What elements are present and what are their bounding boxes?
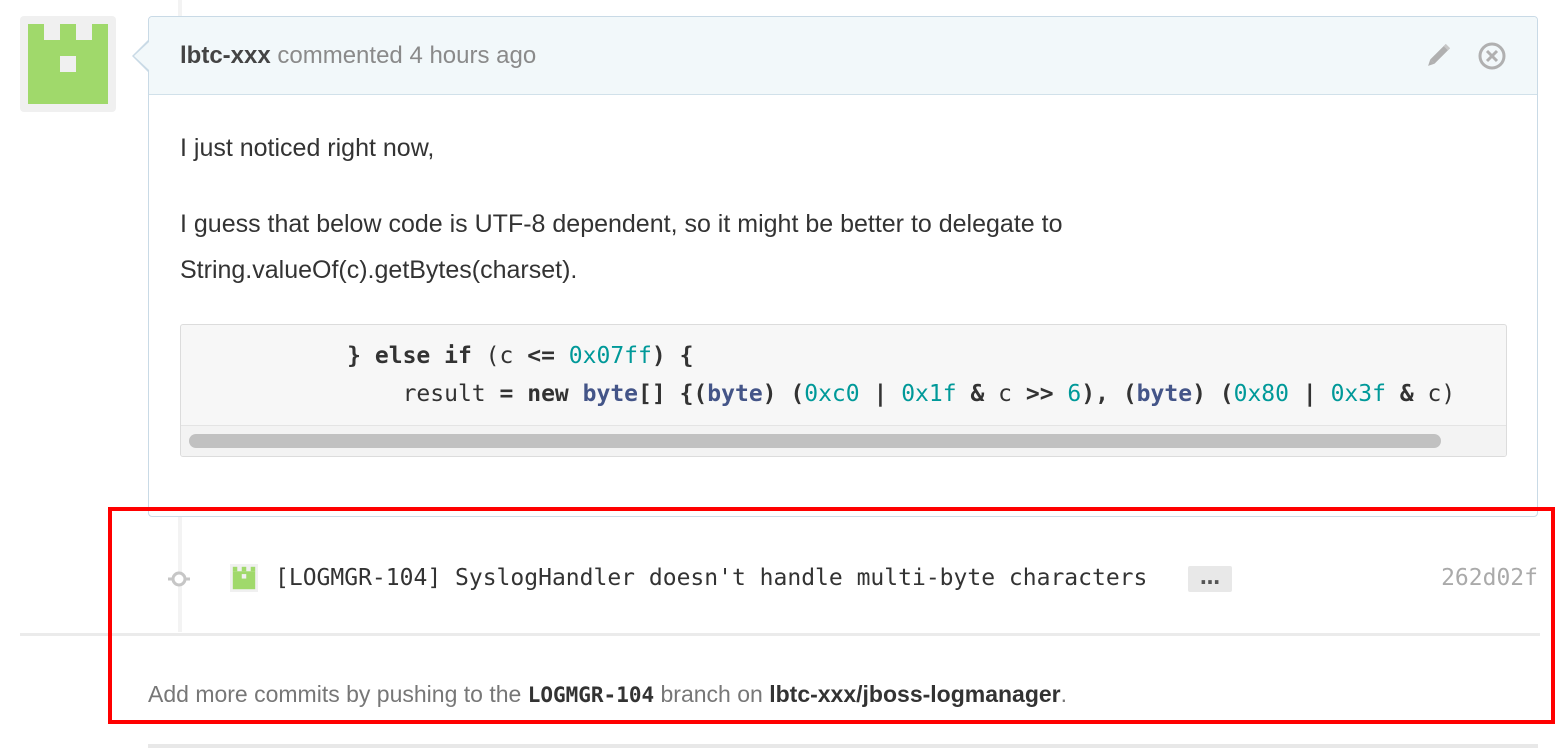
commit-sha-link[interactable]: 262d02f	[1441, 560, 1538, 596]
comment-box: lbtc-xxx commented 4 hours ago I just no…	[148, 16, 1538, 517]
comment-paragraph: I guess that below code is UTF-8 depende…	[180, 171, 1507, 293]
commit-author-avatar[interactable]	[230, 564, 258, 592]
identicon-image	[28, 24, 108, 104]
pencil-icon[interactable]	[1421, 39, 1455, 73]
horizontal-scrollbar[interactable]	[181, 425, 1506, 456]
next-section-border	[148, 744, 1538, 748]
timeline-divider	[20, 633, 1540, 636]
comment-author[interactable]: lbtc-xxx	[180, 42, 271, 69]
code-line-2: result = new byte[] {(byte) (0xc0 | 0x1f…	[402, 381, 1456, 407]
footer-text: .	[1060, 681, 1068, 707]
code-line-1: } else if (c <= 0x07ff) {	[347, 343, 694, 369]
scrollbar-thumb[interactable]	[189, 434, 1441, 448]
footer-text: Add more commits by pushing to the	[148, 681, 522, 707]
comment-paragraph-line: I guess that below code is UTF-8 depende…	[180, 210, 1063, 238]
comment-action: commented	[277, 41, 403, 69]
commit-expand-button[interactable]: …	[1188, 566, 1232, 592]
comment-paragraph-line: String.valueOf(c).getBytes(charset).	[180, 256, 578, 284]
avatar[interactable]	[20, 16, 116, 112]
comment-meta: lbtc-xxx commented 4 hours ago	[180, 42, 536, 70]
code-block[interactable]: } else if (c <= 0x07ff) { result = new b…	[180, 324, 1507, 457]
close-circle-icon[interactable]	[1475, 39, 1509, 73]
comment-pointer-fill	[134, 42, 149, 70]
footer-text: branch on	[660, 681, 763, 707]
code-lines: } else if (c <= 0x07ff) { result = new b…	[181, 337, 1455, 413]
commit-dot-icon	[168, 571, 190, 587]
comment-body: I just noticed right now, I guess that b…	[149, 95, 1537, 293]
comment-time[interactable]: 4 hours ago	[409, 42, 536, 69]
comment-paragraph: I just noticed right now,	[180, 134, 435, 162]
repo-name: lbtc-xxx/jboss-logmanager	[769, 681, 1061, 707]
comment-header: lbtc-xxx commented 4 hours ago	[149, 17, 1537, 95]
commit-message-link[interactable]: [LOGMGR-104] SyslogHandler doesn't handl…	[275, 560, 1147, 596]
branch-name: LOGMGR-104	[527, 683, 655, 707]
add-commits-note: Add more commits by pushing to the LOGMG…	[148, 676, 1067, 713]
